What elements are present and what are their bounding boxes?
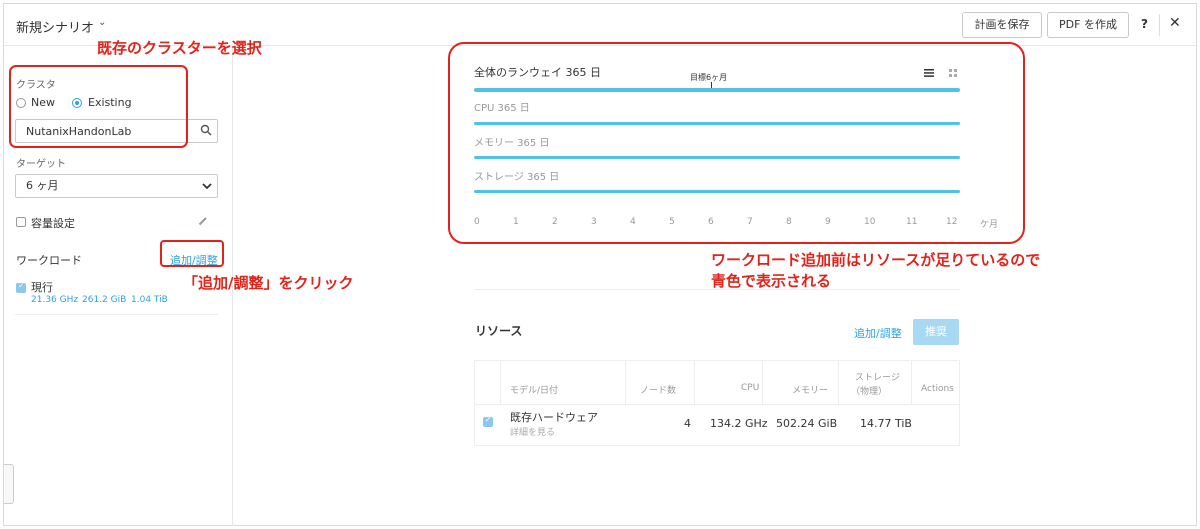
annotation-note-line1: ワークロード追加前はリソースが足りているので [711, 251, 1041, 269]
target-select-value: 6 ヶ月 [26, 179, 59, 192]
column-divider [625, 360, 626, 404]
resources-add-link[interactable]: 追加/調整 [854, 325, 902, 341]
target-label: ターゲット [16, 159, 66, 170]
annotation-box-cluster [9, 65, 188, 148]
scenario-title[interactable]: 新規シナリオ [16, 17, 94, 36]
col-header-nodes[interactable]: ノード数 [640, 383, 676, 396]
current-cpu-stat: 21.36 GHz [31, 295, 79, 305]
annotation-box-runway [448, 42, 1025, 244]
col-header-model[interactable]: モデル/日付 [510, 383, 558, 396]
current-storage-stat: 1.04 TiB [131, 295, 168, 305]
details-link[interactable]: 詳細を見る [510, 425, 555, 438]
row-cpu: 134.2 GHz [710, 417, 768, 430]
col-header-storage-physical[interactable]: （物理） [851, 384, 887, 397]
col-header-cpu[interactable]: CPU [741, 383, 759, 393]
column-divider [838, 360, 839, 404]
capacity-checkbox[interactable] [16, 217, 26, 227]
current-checkbox[interactable] [16, 281, 26, 293]
recommend-button[interactable]: 推奨 [913, 319, 959, 345]
search-icon[interactable] [200, 124, 212, 136]
pencil-icon[interactable] [198, 216, 208, 226]
target-select[interactable]: 6 ヶ月 [15, 174, 218, 198]
capacity-label[interactable]: 容量設定 [31, 215, 75, 231]
annotation-click-add: 「追加/調整」をクリック [183, 274, 354, 292]
resources-title: リソース [475, 324, 523, 338]
col-header-memory[interactable]: メモリー [792, 383, 828, 396]
annotation-box-add [160, 240, 224, 267]
row-storage: 14.77 TiB [860, 417, 912, 430]
column-divider [500, 360, 501, 404]
col-header-storage[interactable]: ストレージ [855, 370, 900, 383]
row-memory: 502.24 GiB [776, 417, 838, 430]
annotation-select-cluster: 既存のクラスターを選択 [97, 39, 262, 57]
save-plan-button[interactable]: 計画を保存 [962, 12, 1042, 38]
row-checkbox[interactable] [483, 415, 493, 427]
close-icon[interactable]: ✕ [1169, 15, 1181, 31]
row-model: 既存ハードウェア [510, 411, 598, 424]
header-divider [1159, 14, 1160, 36]
current-memory-stat: 261.2 GiB [82, 295, 127, 305]
sidebar-collapse-handle[interactable] [4, 464, 14, 504]
workload-label: ワークロード [16, 254, 82, 267]
column-divider [762, 360, 763, 404]
col-header-actions: Actions [921, 384, 954, 394]
column-divider [911, 360, 912, 404]
help-icon[interactable]: ? [1141, 17, 1148, 31]
annotation-note-line2: 青色で表示される [711, 272, 832, 290]
column-divider [694, 360, 695, 404]
chevron-down-icon[interactable]: ⌄ [98, 17, 106, 28]
header-row-divider [474, 404, 960, 405]
row-nodes: 4 [684, 417, 691, 430]
create-pdf-button[interactable]: PDF を作成 [1047, 12, 1129, 38]
current-label: 現行 [31, 281, 53, 294]
chevron-down-icon [202, 183, 212, 190]
sidebar-divider [15, 314, 218, 315]
